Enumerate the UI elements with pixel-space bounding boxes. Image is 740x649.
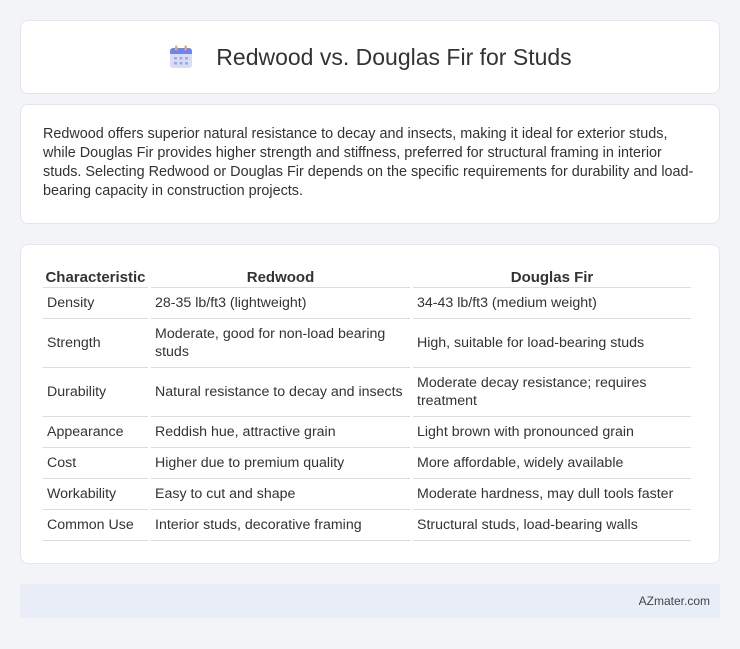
table-cell: Structural studs, load-bearing walls — [413, 510, 691, 541]
table-cell: Common Use — [43, 510, 148, 541]
table-cell: Moderate hardness, may dull tools faster — [413, 479, 691, 510]
table-cell: 34-43 lb/ft3 (medium weight) — [413, 288, 691, 319]
table-row: Appearance Reddish hue, attractive grain… — [43, 417, 691, 448]
table-cell: Natural resistance to decay and insects — [151, 368, 410, 417]
table-cell: Durability — [43, 368, 148, 417]
table-row: Strength Moderate, good for non-load bea… — [43, 319, 691, 368]
table-cell: 28-35 lb/ft3 (lightweight) — [151, 288, 410, 319]
intro-card: Redwood offers superior natural resistan… — [20, 104, 720, 224]
column-header-redwood: Redwood — [151, 267, 410, 288]
column-header-characteristic: Characteristic — [43, 267, 148, 288]
title-card: Redwood vs. Douglas Fir for Studs — [20, 20, 720, 94]
table-row: Workability Easy to cut and shape Modera… — [43, 479, 691, 510]
table-row: Cost Higher due to premium quality More … — [43, 448, 691, 479]
table-cell: Appearance — [43, 417, 148, 448]
table-cell: Strength — [43, 319, 148, 368]
comparison-table: Characteristic Redwood Douglas Fir Densi… — [40, 267, 694, 541]
intro-text: Redwood offers superior natural resistan… — [43, 126, 694, 199]
table-cell: Workability — [43, 479, 148, 510]
table-row: Durability Natural resistance to decay a… — [43, 368, 691, 417]
table-cell: Higher due to premium quality — [151, 448, 410, 479]
table-cell: Density — [43, 288, 148, 319]
column-header-douglas-fir: Douglas Fir — [413, 267, 691, 288]
page-title: Redwood vs. Douglas Fir for Studs — [216, 43, 572, 70]
table-cell: Interior studs, decorative framing — [151, 510, 410, 541]
table-cell: Reddish hue, attractive grain — [151, 417, 410, 448]
table-cell: High, suitable for load-bearing studs — [413, 319, 691, 368]
table-cell: Cost — [43, 448, 148, 479]
table-row: Density 28-35 lb/ft3 (lightweight) 34-43… — [43, 288, 691, 319]
comparison-card: Characteristic Redwood Douglas Fir Densi… — [20, 244, 720, 564]
table-cell: More affordable, widely available — [413, 448, 691, 479]
table-cell: Light brown with pronounced grain — [413, 417, 691, 448]
table-cell: Moderate decay resistance; requires trea… — [413, 368, 691, 417]
footer-brand[interactable]: AZmater.com — [639, 594, 710, 608]
table-header-row: Characteristic Redwood Douglas Fir — [43, 267, 691, 288]
table-cell: Easy to cut and shape — [151, 479, 410, 510]
table-row: Common Use Interior studs, decorative fr… — [43, 510, 691, 541]
table-cell: Moderate, good for non-load bearing stud… — [151, 319, 410, 368]
footer: AZmater.com — [20, 584, 720, 618]
calendar-icon — [168, 44, 194, 70]
